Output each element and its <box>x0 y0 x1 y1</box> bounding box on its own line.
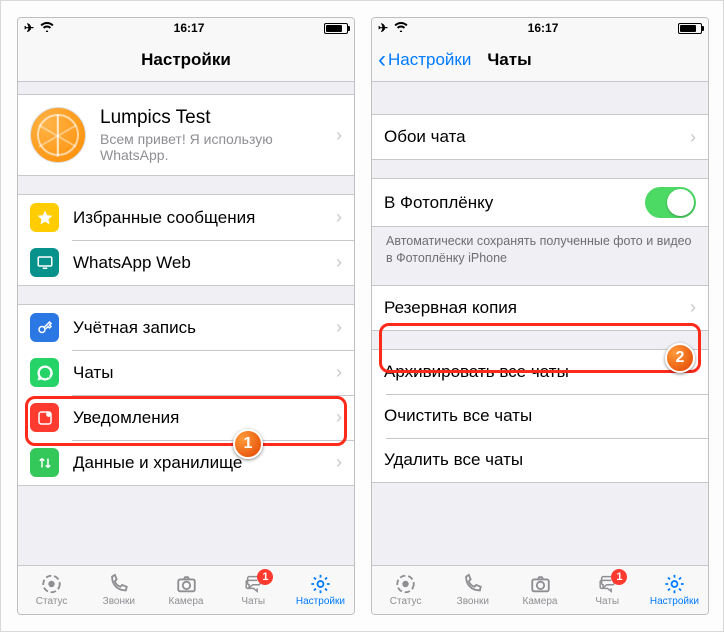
tab-calls[interactable]: Звонки <box>439 566 506 614</box>
chevron-right-icon: › <box>690 127 696 148</box>
profile-status: Всем привет! Я использую WhatsApp. <box>100 131 336 163</box>
profile-name: Lumpics Test <box>100 107 336 129</box>
chevron-right-icon: › <box>690 297 696 318</box>
status-bar: ✈ 16:17 <box>372 18 708 38</box>
chats-cell[interactable]: Чаты › <box>18 350 354 395</box>
camera-icon <box>174 573 199 595</box>
nav-title: Чаты <box>487 50 531 70</box>
archive-all-label: Архивировать все чаты <box>384 362 569 382</box>
airplane-mode-icon: ✈ <box>378 21 388 35</box>
tab-chats[interactable]: 1 Чаты <box>574 566 641 614</box>
gear-icon <box>662 573 687 595</box>
content-area: Lumpics Test Всем привет! Я использую Wh… <box>18 82 354 565</box>
battery-icon <box>678 23 702 34</box>
wallpaper-label: Обои чата <box>384 127 466 147</box>
nav-bar: Настройки <box>18 38 354 82</box>
battery-icon <box>324 23 348 34</box>
avatar <box>30 107 86 163</box>
tab-status[interactable]: Статус <box>18 566 85 614</box>
starred-label: Избранные сообщения <box>73 208 255 228</box>
profile-cell[interactable]: Lumpics Test Всем привет! Я использую Wh… <box>18 95 354 175</box>
chevron-right-icon: › <box>336 207 342 228</box>
phone-settings-root: ✈ 16:17 Настройки Lump <box>17 17 355 615</box>
tab-chats-label: Чаты <box>595 596 619 607</box>
chevron-right-icon: › <box>336 362 342 383</box>
gear-icon <box>308 573 333 595</box>
status-icon <box>39 573 64 595</box>
tab-status-label: Статус <box>390 596 422 607</box>
data-label: Данные и хранилище <box>73 453 242 473</box>
chevron-right-icon: › <box>336 317 342 338</box>
notification-icon <box>30 403 59 432</box>
key-icon <box>30 313 59 342</box>
chats-badge: 1 <box>257 569 273 585</box>
nav-bar: ‹ Настройки Чаты <box>372 38 708 82</box>
content-area: Обои чата › В Фотоплёнку Автоматически с… <box>372 82 708 565</box>
status-time: 16:17 <box>528 21 559 35</box>
notifications-cell[interactable]: Уведомления › <box>18 395 354 440</box>
tab-calls-label: Звонки <box>457 596 489 607</box>
starred-messages-cell[interactable]: Избранные сообщения › <box>18 195 354 240</box>
web-label: WhatsApp Web <box>73 253 191 273</box>
whatsapp-icon <box>30 358 59 387</box>
backup-cell[interactable]: Резервная копия › <box>372 286 708 330</box>
wifi-icon <box>394 21 408 35</box>
tab-calls[interactable]: Звонки <box>85 566 152 614</box>
tab-camera[interactable]: Камера <box>152 566 219 614</box>
camera-icon <box>528 573 553 595</box>
camera-roll-toggle[interactable] <box>645 187 696 218</box>
backup-label: Резервная копия <box>384 298 517 318</box>
star-icon <box>30 203 59 232</box>
data-cell[interactable]: Данные и хранилище › <box>18 440 354 485</box>
tab-calls-label: Звонки <box>103 596 135 607</box>
desktop-icon <box>30 248 59 277</box>
phone-chats-settings: ✈ 16:17 ‹ Настройки Чаты Обои чата › <box>371 17 709 615</box>
tab-chats[interactable]: 1 Чаты <box>220 566 287 614</box>
wifi-icon <box>40 21 54 35</box>
clear-all-label: Очистить все чаты <box>384 406 532 426</box>
delete-all-label: Удалить все чаты <box>384 450 523 470</box>
camera-roll-cell[interactable]: В Фотоплёнку <box>372 179 708 226</box>
chevron-right-icon: › <box>336 252 342 273</box>
tab-bar: Статус Звонки Камера 1 Чаты Настройки <box>18 565 354 614</box>
airplane-mode-icon: ✈ <box>24 21 34 35</box>
tab-status[interactable]: Статус <box>372 566 439 614</box>
delete-all-cell[interactable]: Удалить все чаты <box>372 438 708 482</box>
tab-settings[interactable]: Настройки <box>287 566 354 614</box>
tab-chats-label: Чаты <box>241 596 265 607</box>
camera-roll-label: В Фотоплёнку <box>384 193 493 213</box>
status-time: 16:17 <box>174 21 205 35</box>
tab-settings-label: Настройки <box>296 596 345 607</box>
chats-badge: 1 <box>611 569 627 585</box>
back-button[interactable]: ‹ Настройки <box>378 48 471 72</box>
tab-settings[interactable]: Настройки <box>641 566 708 614</box>
whatsapp-web-cell[interactable]: WhatsApp Web › <box>18 240 354 285</box>
chevron-left-icon: ‹ <box>378 48 386 72</box>
camera-roll-footer: Автоматически сохранять полученные фото … <box>372 227 708 267</box>
tab-status-label: Статус <box>36 596 68 607</box>
phone-icon <box>106 573 131 595</box>
data-arrows-icon <box>30 448 59 477</box>
tab-bar: Статус Звонки Камера 1 Чаты Настройки <box>372 565 708 614</box>
phone-icon <box>460 573 485 595</box>
account-label: Учётная запись <box>73 318 196 338</box>
tab-camera-label: Камера <box>169 596 204 607</box>
chevron-right-icon: › <box>336 452 342 473</box>
status-icon <box>393 573 418 595</box>
wallpaper-cell[interactable]: Обои чата › <box>372 115 708 159</box>
account-cell[interactable]: Учётная запись › <box>18 305 354 350</box>
tab-camera-label: Камера <box>523 596 558 607</box>
chats-label: Чаты <box>73 363 113 383</box>
nav-title: Настройки <box>18 50 354 70</box>
back-label: Настройки <box>388 50 471 70</box>
chevron-right-icon: › <box>336 407 342 428</box>
archive-all-cell[interactable]: Архивировать все чаты <box>372 350 708 394</box>
tab-settings-label: Настройки <box>650 596 699 607</box>
clear-all-cell[interactable]: Очистить все чаты <box>372 394 708 438</box>
chevron-right-icon: › <box>336 125 342 146</box>
notifications-label: Уведомления <box>73 408 179 428</box>
tab-camera[interactable]: Камера <box>506 566 573 614</box>
status-bar: ✈ 16:17 <box>18 18 354 38</box>
